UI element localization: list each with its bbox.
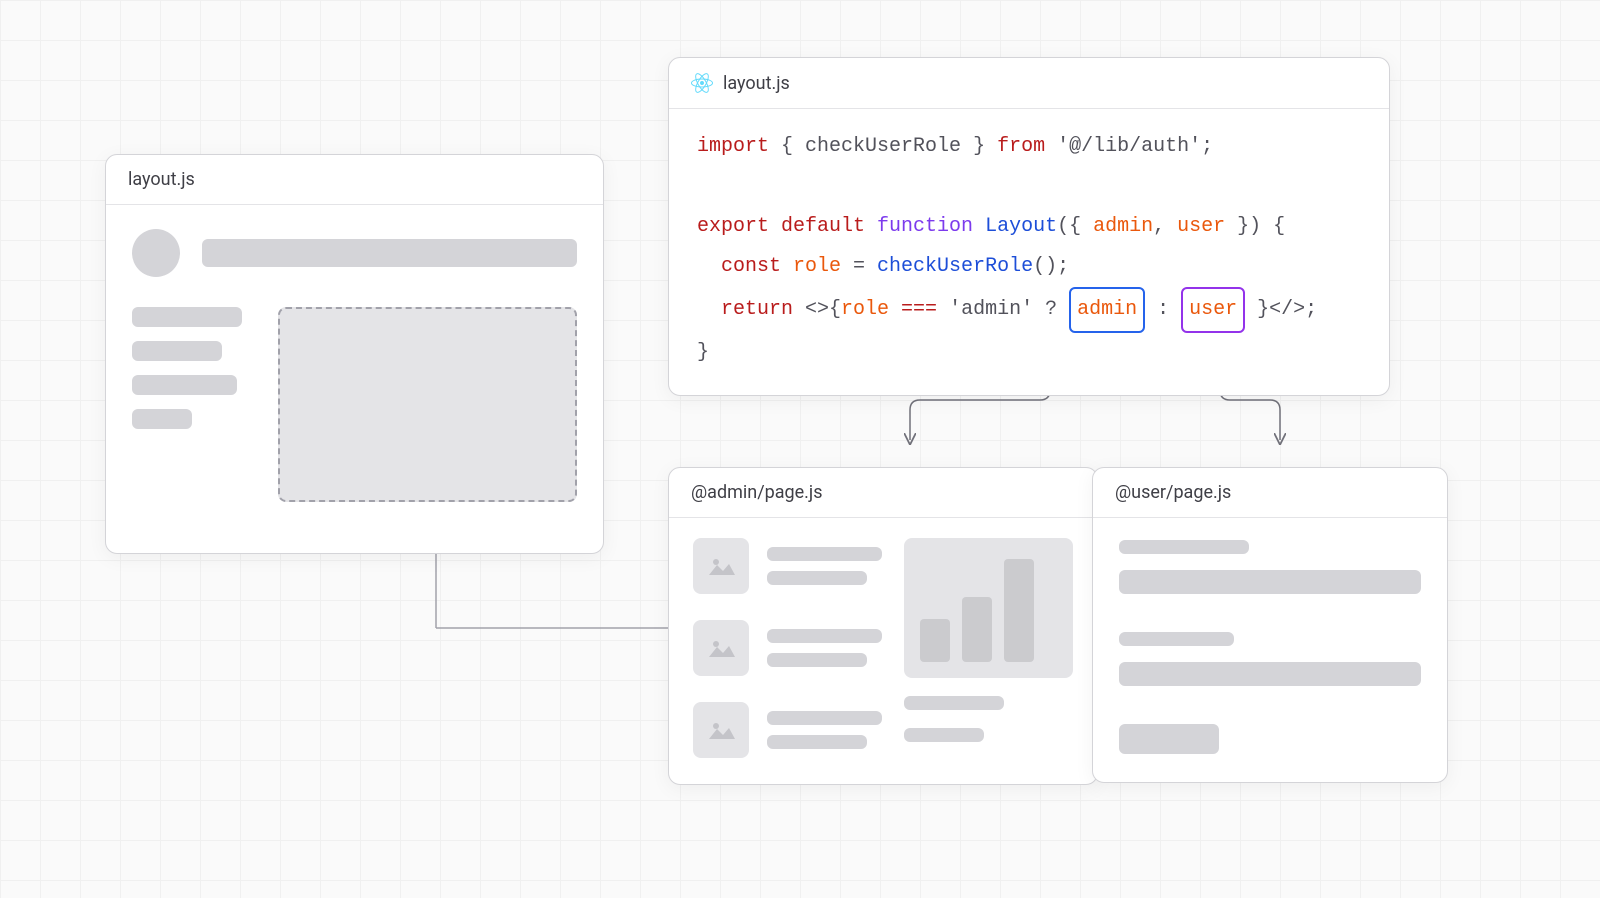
panel-header: @user/page.js bbox=[1093, 468, 1447, 518]
layout-wireframe-panel: layout.js bbox=[105, 154, 604, 554]
text-line-placeholder bbox=[904, 696, 1004, 710]
text-line-placeholder bbox=[1119, 632, 1234, 646]
user-page-panel: @user/page.js bbox=[1092, 467, 1448, 783]
user-slot-chip: user bbox=[1181, 287, 1245, 333]
panel-title: layout.js bbox=[128, 169, 195, 190]
nav-item-placeholder bbox=[132, 307, 242, 327]
panel-header: layout.js bbox=[669, 58, 1389, 109]
slot-placeholder bbox=[278, 307, 577, 502]
panel-title: layout.js bbox=[723, 73, 790, 94]
panel-header: @admin/page.js bbox=[669, 468, 1097, 518]
text-line-placeholder bbox=[767, 571, 867, 585]
nav-item-placeholder bbox=[132, 341, 222, 361]
admin-body bbox=[669, 518, 1097, 784]
text-line-placeholder bbox=[1119, 570, 1421, 594]
text-line-placeholder bbox=[767, 653, 867, 667]
text-line-placeholder bbox=[767, 735, 867, 749]
wireframe-body bbox=[106, 205, 603, 526]
user-body bbox=[1093, 518, 1447, 782]
text-line-placeholder bbox=[1119, 540, 1249, 554]
nav-item-placeholder bbox=[132, 375, 237, 395]
code-body: import { checkUserRole } from '@/lib/aut… bbox=[669, 109, 1389, 395]
text-line-placeholder bbox=[904, 728, 984, 742]
panel-title: @user/page.js bbox=[1115, 482, 1231, 503]
nav-item-placeholder bbox=[132, 409, 192, 429]
image-placeholder bbox=[693, 620, 749, 676]
panel-title: @admin/page.js bbox=[691, 482, 823, 503]
avatar-placeholder bbox=[132, 229, 180, 277]
panel-header: layout.js bbox=[106, 155, 603, 205]
admin-slot-chip: admin bbox=[1069, 287, 1145, 333]
button-placeholder bbox=[1119, 724, 1219, 754]
chart-placeholder bbox=[904, 538, 1073, 678]
title-bar-placeholder bbox=[202, 239, 577, 267]
image-placeholder bbox=[693, 702, 749, 758]
image-placeholder bbox=[693, 538, 749, 594]
text-line-placeholder bbox=[1119, 662, 1421, 686]
react-icon bbox=[691, 72, 713, 94]
text-line-placeholder bbox=[767, 629, 882, 643]
text-line-placeholder bbox=[767, 711, 882, 725]
text-line-placeholder bbox=[767, 547, 882, 561]
admin-page-panel: @admin/page.js bbox=[668, 467, 1098, 785]
code-panel: layout.js import { checkUserRole } from … bbox=[668, 57, 1390, 396]
